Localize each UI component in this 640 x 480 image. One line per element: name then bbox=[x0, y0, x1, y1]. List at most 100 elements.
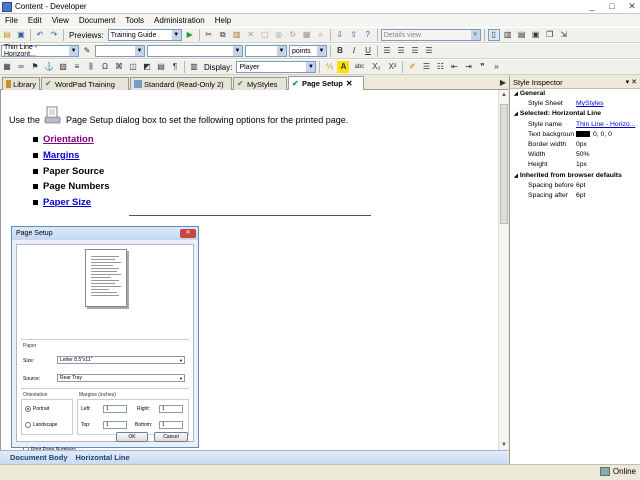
highlight-icon[interactable]: ✐ bbox=[406, 61, 418, 73]
export-icon[interactable]: ⇲ bbox=[558, 29, 570, 41]
minimize-button[interactable]: _ bbox=[586, 1, 598, 12]
tab-mystyles[interactable]: ✔ MyStyles bbox=[233, 77, 287, 90]
style-class-select[interactable]: ▼ bbox=[95, 45, 145, 57]
align-center-icon[interactable]: ☰ bbox=[395, 45, 407, 57]
units-select[interactable]: points ▼ bbox=[289, 45, 327, 57]
inherited-section-header[interactable]: ◢ Inherited from browser defaults bbox=[510, 171, 640, 181]
menu-document[interactable]: Document bbox=[74, 16, 120, 25]
bullet-list-icon[interactable]: ☰ bbox=[420, 61, 432, 73]
snippet-icon[interactable]: ◫ bbox=[127, 61, 139, 73]
inspector-controls[interactable]: ▾ ✕ bbox=[626, 76, 637, 89]
open-icon[interactable]: ▤ bbox=[1, 29, 13, 41]
superscript-button[interactable]: X² bbox=[385, 61, 399, 73]
check-out-icon[interactable]: ⇧ bbox=[348, 29, 360, 41]
style-sheet-link[interactable]: MyStyles bbox=[576, 99, 640, 109]
tab-wordpad-training[interactable]: ✔ WordPad Training bbox=[41, 77, 129, 90]
layout-pane-icon[interactable]: ▤ bbox=[516, 29, 528, 41]
find-icon[interactable]: ⌕ bbox=[315, 29, 327, 41]
layout-full-icon[interactable]: ▣ bbox=[530, 29, 542, 41]
bold-button[interactable]: B bbox=[334, 45, 346, 57]
window-icon[interactable]: ❐ bbox=[544, 29, 556, 41]
columns-icon[interactable]: ⫼ bbox=[85, 61, 97, 73]
list-icon[interactable]: ≡ bbox=[71, 61, 83, 73]
numbered-list-icon[interactable]: ☷ bbox=[434, 61, 446, 73]
align-left-icon[interactable]: ☰ bbox=[381, 45, 393, 57]
italic-button[interactable]: I bbox=[348, 45, 360, 57]
font-select[interactable]: ▼ bbox=[147, 45, 243, 57]
style-name-link[interactable]: Thin Line - Horizo... bbox=[576, 120, 640, 130]
scroll-down-icon[interactable]: ▼ bbox=[499, 440, 509, 450]
orientation-link[interactable]: Orientation bbox=[43, 134, 94, 145]
hyperlink-icon[interactable]: ∞ bbox=[15, 61, 27, 73]
scroll-thumb[interactable] bbox=[500, 104, 508, 224]
note-icon[interactable]: ▤ bbox=[155, 61, 167, 73]
menu-help[interactable]: Help bbox=[210, 16, 236, 25]
omega-icon[interactable]: Ω bbox=[99, 61, 111, 73]
quote-icon[interactable]: ❞ bbox=[476, 61, 488, 73]
indent-icon[interactable]: ⇥ bbox=[462, 61, 474, 73]
check-in-icon[interactable]: ⇩ bbox=[334, 29, 346, 41]
layout-split-icon[interactable]: ▥ bbox=[502, 29, 514, 41]
subscript-button[interactable]: X₂ bbox=[369, 61, 383, 73]
style-select[interactable]: Thin Line - Horizont... ▼ bbox=[1, 44, 79, 58]
document-editor[interactable]: Use the Page Setup dialog box to set the… bbox=[0, 90, 498, 453]
breadcrumb-horizontal-line[interactable]: Horizontal Line bbox=[76, 453, 130, 462]
condition-icon[interactable]: ◩ bbox=[141, 61, 153, 73]
align-justify-icon[interactable]: ☰ bbox=[423, 45, 435, 57]
anchor-icon[interactable]: ⚓ bbox=[43, 61, 55, 73]
scroll-up-icon[interactable]: ▲ bbox=[499, 90, 509, 100]
preview-select[interactable]: Training Guide ▼ bbox=[107, 29, 182, 41]
menu-view[interactable]: View bbox=[47, 16, 74, 25]
style-picker-icon[interactable]: ✎ bbox=[81, 45, 93, 57]
image-icon[interactable]: ▧ bbox=[57, 61, 69, 73]
font-color-icon[interactable]: A bbox=[337, 61, 350, 73]
delete-icon[interactable]: ✕ bbox=[245, 29, 257, 41]
view-select[interactable]: Details view ▼ bbox=[380, 29, 481, 41]
align-right-icon[interactable]: ☰ bbox=[409, 45, 421, 57]
margins-link[interactable]: Margins bbox=[43, 150, 79, 161]
menu-administration[interactable]: Administration bbox=[149, 16, 210, 25]
editor-scrollbar[interactable]: ▲ ▼ bbox=[498, 90, 508, 450]
table-icon[interactable]: ▦ bbox=[1, 61, 13, 73]
general-section-header[interactable]: ◢ General bbox=[510, 89, 640, 99]
more-icon[interactable]: » bbox=[490, 61, 502, 73]
variable-icon[interactable]: ⌘ bbox=[113, 61, 125, 73]
break-icon[interactable]: ¶ bbox=[169, 61, 181, 73]
copy-icon[interactable]: ⧉ bbox=[217, 29, 229, 41]
menu-tools[interactable]: Tools bbox=[120, 16, 149, 25]
maximize-button[interactable]: □ bbox=[606, 1, 618, 12]
preview-icon[interactable]: ▥ bbox=[188, 61, 200, 73]
menu-file[interactable]: File bbox=[0, 16, 23, 25]
close-tab-icon[interactable]: ✕ bbox=[346, 79, 353, 88]
bookmark-icon[interactable]: ⚑ bbox=[29, 61, 41, 73]
style-text-icon[interactable]: ⅍ bbox=[323, 61, 335, 73]
paper-size-link[interactable]: Paper Size bbox=[43, 197, 91, 208]
cut-icon[interactable]: ✂ bbox=[203, 29, 215, 41]
help-icon[interactable]: ? bbox=[362, 29, 374, 41]
menu-edit[interactable]: Edit bbox=[23, 16, 47, 25]
spell-check-button[interactable]: abc bbox=[351, 61, 367, 73]
tab-page-setup[interactable]: ✔ Page Setup ✕ bbox=[288, 76, 364, 90]
outdent-icon[interactable]: ⇤ bbox=[448, 61, 460, 73]
layout-single-icon[interactable]: ▯ bbox=[487, 29, 500, 41]
properties-icon[interactable]: ▦ bbox=[301, 29, 313, 41]
paste-icon[interactable]: ▥ bbox=[231, 29, 243, 41]
tabs-overflow-icon[interactable]: ▶ bbox=[500, 78, 506, 87]
new-item-icon[interactable]: ▢ bbox=[259, 29, 271, 41]
link-icon[interactable]: ◎ bbox=[273, 29, 285, 41]
underline-button[interactable]: U bbox=[362, 45, 374, 57]
page-setup-screenshot[interactable]: Page Setup ✕ Paper Size: Letter 8.5"x11"… bbox=[11, 226, 199, 453]
breadcrumb-document-body[interactable]: Document Body bbox=[10, 453, 68, 462]
selected-section-header[interactable]: ◢ Selected: Horizontal Line bbox=[510, 109, 640, 119]
display-select[interactable]: Player ▼ bbox=[236, 61, 317, 73]
close-button[interactable]: ✕ bbox=[626, 1, 638, 12]
tab-standard-read-only[interactable]: Standard (Read-Only 2) bbox=[130, 77, 232, 90]
redo-icon[interactable]: ↷ bbox=[48, 29, 60, 41]
tab-library[interactable]: Library bbox=[2, 77, 40, 90]
run-preview-icon[interactable]: ▶ bbox=[184, 29, 196, 41]
undo-icon[interactable]: ↶ bbox=[34, 29, 46, 41]
horizontal-line[interactable] bbox=[129, 215, 371, 216]
font-size-select[interactable]: ▼ bbox=[245, 45, 287, 57]
refresh-icon[interactable]: ↻ bbox=[287, 29, 299, 41]
save-icon[interactable]: ▣ bbox=[15, 29, 27, 41]
